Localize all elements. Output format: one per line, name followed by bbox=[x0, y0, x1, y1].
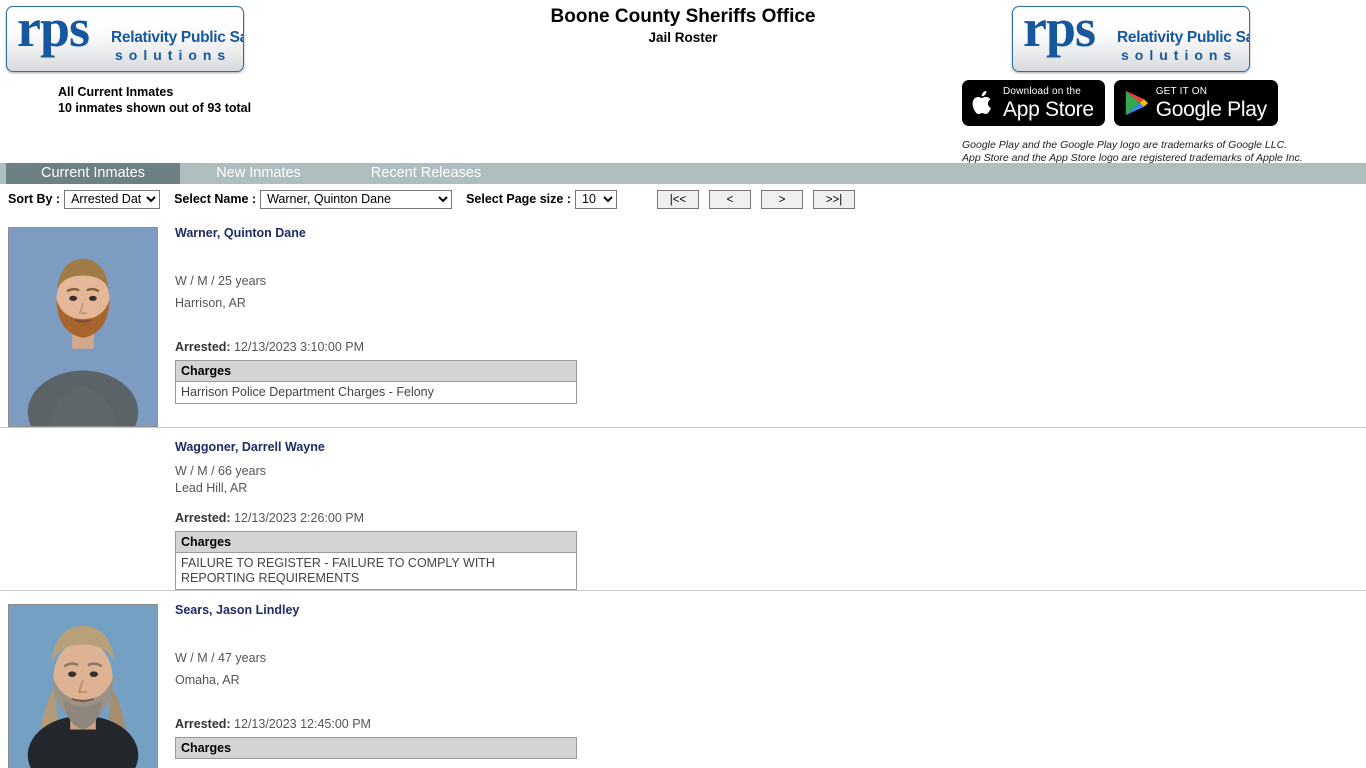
charges-column-header: Charges bbox=[175, 360, 577, 382]
charges-body: Harrison Police Department Charges - Fel… bbox=[176, 382, 577, 404]
inmate-arrested: Arrested: 12/13/2023 12:45:00 PM bbox=[175, 717, 371, 731]
summary-line-2: 10 inmates shown out of 93 total bbox=[58, 101, 252, 115]
charges-column-header: Charges bbox=[175, 531, 577, 553]
inmate-city: Lead Hill, AR bbox=[175, 481, 248, 495]
charge-row: Harrison Police Department Charges - Fel… bbox=[176, 382, 577, 404]
inmate-name-link[interactable]: Waggoner, Darrell Wayne bbox=[175, 440, 1366, 454]
rps-tagline-right-line1: Relativity Public Safety bbox=[1117, 29, 1249, 46]
charges-column-header: Charges bbox=[175, 737, 577, 759]
rps-tagline-line2: solutions bbox=[115, 47, 232, 63]
app-store-badge-big: App Store bbox=[1003, 97, 1094, 121]
inmate-demographics: W / M / 66 years bbox=[175, 464, 266, 478]
google-play-badge-small: GET IT ON bbox=[1155, 85, 1208, 97]
select-name-label: Select Name : bbox=[174, 192, 257, 206]
inmate-demographics: W / M / 47 years bbox=[175, 651, 266, 665]
mugshot-photo[interactable] bbox=[8, 604, 175, 768]
trademark-notice: Google Play and the Google Play logo are… bbox=[962, 139, 1303, 165]
pager-next-button[interactable]: > bbox=[761, 189, 803, 209]
inmate-summary: All Current Inmates 10 inmates shown out… bbox=[58, 84, 251, 116]
charges-table: Charges FAILURE TO REGISTER - FAILURE TO… bbox=[175, 531, 577, 590]
filter-toolbar: Sort By : Arrested DateName Select Name … bbox=[0, 188, 1366, 210]
inmate-record: Warner, Quinton Dane W / M / 25 years Ha… bbox=[0, 214, 1366, 427]
page-header: RPS rps Relativity Public Safety solutio… bbox=[0, 0, 1366, 165]
inmate-demographics: W / M / 25 years bbox=[175, 274, 266, 288]
mugshot-cell bbox=[0, 428, 175, 590]
inmate-city: Harrison, AR bbox=[175, 296, 246, 310]
charge-text: Harrison Police Department Charges - Fel… bbox=[181, 385, 434, 399]
inmate-city: Omaha, AR bbox=[175, 673, 240, 687]
sort-by-label: Sort By : bbox=[8, 192, 61, 206]
store-badges: Download on the App Store GET IT ON Goog… bbox=[962, 80, 1278, 126]
inmate-details: Warner, Quinton Dane W / M / 25 years Ha… bbox=[175, 214, 1366, 427]
google-play-badge[interactable]: GET IT ON Google Play bbox=[1113, 80, 1278, 126]
inmate-record: Sears, Jason Lindley W / M / 47 years Om… bbox=[0, 591, 1366, 768]
inmate-record: Waggoner, Darrell Wayne W / M / 66 years… bbox=[0, 428, 1366, 590]
inmate-roster-list: Warner, Quinton Dane W / M / 25 years Ha… bbox=[0, 214, 1366, 768]
pager: |<< < > >>| bbox=[657, 189, 855, 209]
summary-line-1: All Current Inmates bbox=[58, 85, 174, 99]
inmate-name-link[interactable]: Warner, Quinton Dane bbox=[175, 226, 1366, 240]
jail-roster-page: RPS rps Relativity Public Safety solutio… bbox=[0, 0, 1366, 768]
google-play-badge-big: Google Play bbox=[1155, 97, 1267, 121]
inmate-details: Sears, Jason Lindley W / M / 47 years Om… bbox=[175, 591, 1366, 768]
apple-icon bbox=[971, 88, 996, 118]
mugshot-cell bbox=[0, 214, 175, 427]
tab-new-inmates[interactable]: New Inmates bbox=[180, 163, 337, 184]
charge-row: FAILURE TO REGISTER - FAILURE TO COMPLY … bbox=[176, 553, 577, 590]
inmate-arrested: Arrested: 12/13/2023 2:26:00 PM bbox=[175, 511, 365, 525]
sort-by-select[interactable]: Arrested DateName bbox=[64, 189, 161, 209]
page-size-label: Select Page size : bbox=[466, 192, 571, 206]
charge-text: FAILURE TO REGISTER - FAILURE TO COMPLY … bbox=[181, 556, 495, 585]
select-name-select[interactable]: Warner, Quinton DaneWaggoner, Darrell Wa… bbox=[260, 189, 453, 209]
inmate-details: Waggoner, Darrell Wayne W / M / 66 years… bbox=[175, 428, 1366, 590]
inmate-name-link[interactable]: Sears, Jason Lindley bbox=[175, 603, 1366, 617]
pager-first-button[interactable]: |<< bbox=[657, 189, 699, 209]
trademark-line-1: Google Play and the Google Play logo are… bbox=[962, 139, 1288, 151]
mugshot-photo[interactable] bbox=[8, 227, 175, 427]
charges-body: FAILURE TO REGISTER - FAILURE TO COMPLY … bbox=[176, 553, 577, 590]
charges-table: Charges bbox=[175, 737, 577, 759]
charges-table: Charges Harrison Police Department Charg… bbox=[175, 360, 577, 404]
tab-bar: Current Inmates New Inmates Recent Relea… bbox=[0, 163, 1366, 184]
pager-prev-button[interactable]: < bbox=[709, 189, 751, 209]
rps-wordmark-right: rps bbox=[1023, 6, 1096, 58]
inmate-arrested: Arrested: 12/13/2023 3:10:00 PM bbox=[175, 340, 365, 354]
app-store-badge[interactable]: Download on the App Store bbox=[962, 80, 1105, 126]
mugshot-cell bbox=[0, 591, 175, 768]
tab-recent-releases[interactable]: Recent Releases bbox=[337, 163, 515, 184]
pager-last-button[interactable]: >>| bbox=[813, 189, 855, 209]
page-size-select[interactable]: 102050 bbox=[575, 189, 617, 209]
rps-logo-right[interactable]: rps Relativity Public Safety solutions bbox=[1012, 6, 1250, 72]
google-play-icon bbox=[1123, 89, 1149, 117]
app-store-badge-small: Download on the bbox=[1003, 85, 1082, 97]
rps-tagline-right-line2: solutions bbox=[1121, 47, 1238, 63]
tab-current-inmates[interactable]: Current Inmates bbox=[6, 163, 180, 184]
